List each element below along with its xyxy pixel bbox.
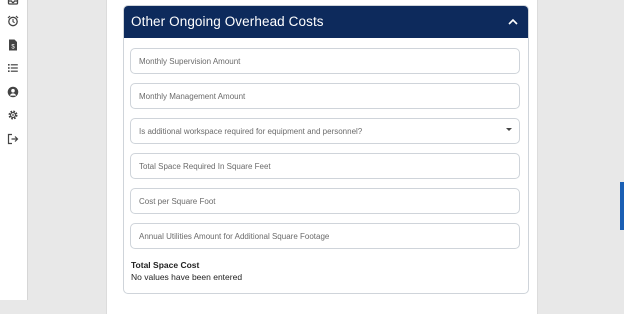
monthly-management-input[interactable] bbox=[131, 84, 519, 108]
alarm-clock-icon[interactable] bbox=[7, 15, 19, 27]
annual-utilities-input[interactable] bbox=[131, 224, 519, 248]
cost-per-square-foot-input[interactable] bbox=[131, 189, 519, 213]
cost-per-square-foot-field bbox=[130, 188, 520, 214]
inbox-icon[interactable] bbox=[7, 0, 19, 7]
section-header[interactable]: Other Ongoing Overhead Costs bbox=[124, 6, 528, 38]
list-icon[interactable] bbox=[7, 62, 19, 74]
scroll-indicator[interactable] bbox=[620, 182, 624, 230]
total-space-cost-label: Total Space Cost bbox=[131, 260, 200, 270]
additional-workspace-select[interactable]: Is additional workspace required for equ… bbox=[130, 118, 520, 144]
additional-workspace-select-value: Is additional workspace required for equ… bbox=[139, 127, 363, 136]
gear-icon[interactable] bbox=[7, 109, 19, 121]
overhead-costs-card: Other Ongoing Overhead Costs Is addition… bbox=[123, 5, 529, 294]
sidebar: $ bbox=[0, 0, 28, 300]
collapse-button[interactable] bbox=[504, 13, 522, 31]
monthly-management-field bbox=[130, 83, 520, 109]
annual-utilities-field bbox=[130, 223, 520, 249]
monthly-supervision-input[interactable] bbox=[131, 49, 519, 73]
total-space-input[interactable] bbox=[131, 154, 519, 178]
total-space-cost-value: No values have been entered bbox=[131, 272, 243, 282]
chevron-up-icon bbox=[508, 18, 518, 25]
document-dollar-icon[interactable]: $ bbox=[7, 39, 19, 51]
section-title: Other Ongoing Overhead Costs bbox=[131, 14, 324, 29]
logout-icon[interactable] bbox=[7, 133, 19, 145]
user-circle-icon[interactable] bbox=[7, 86, 19, 98]
caret-down-icon bbox=[506, 128, 512, 131]
monthly-supervision-field bbox=[130, 48, 520, 74]
total-space-field bbox=[130, 153, 520, 179]
